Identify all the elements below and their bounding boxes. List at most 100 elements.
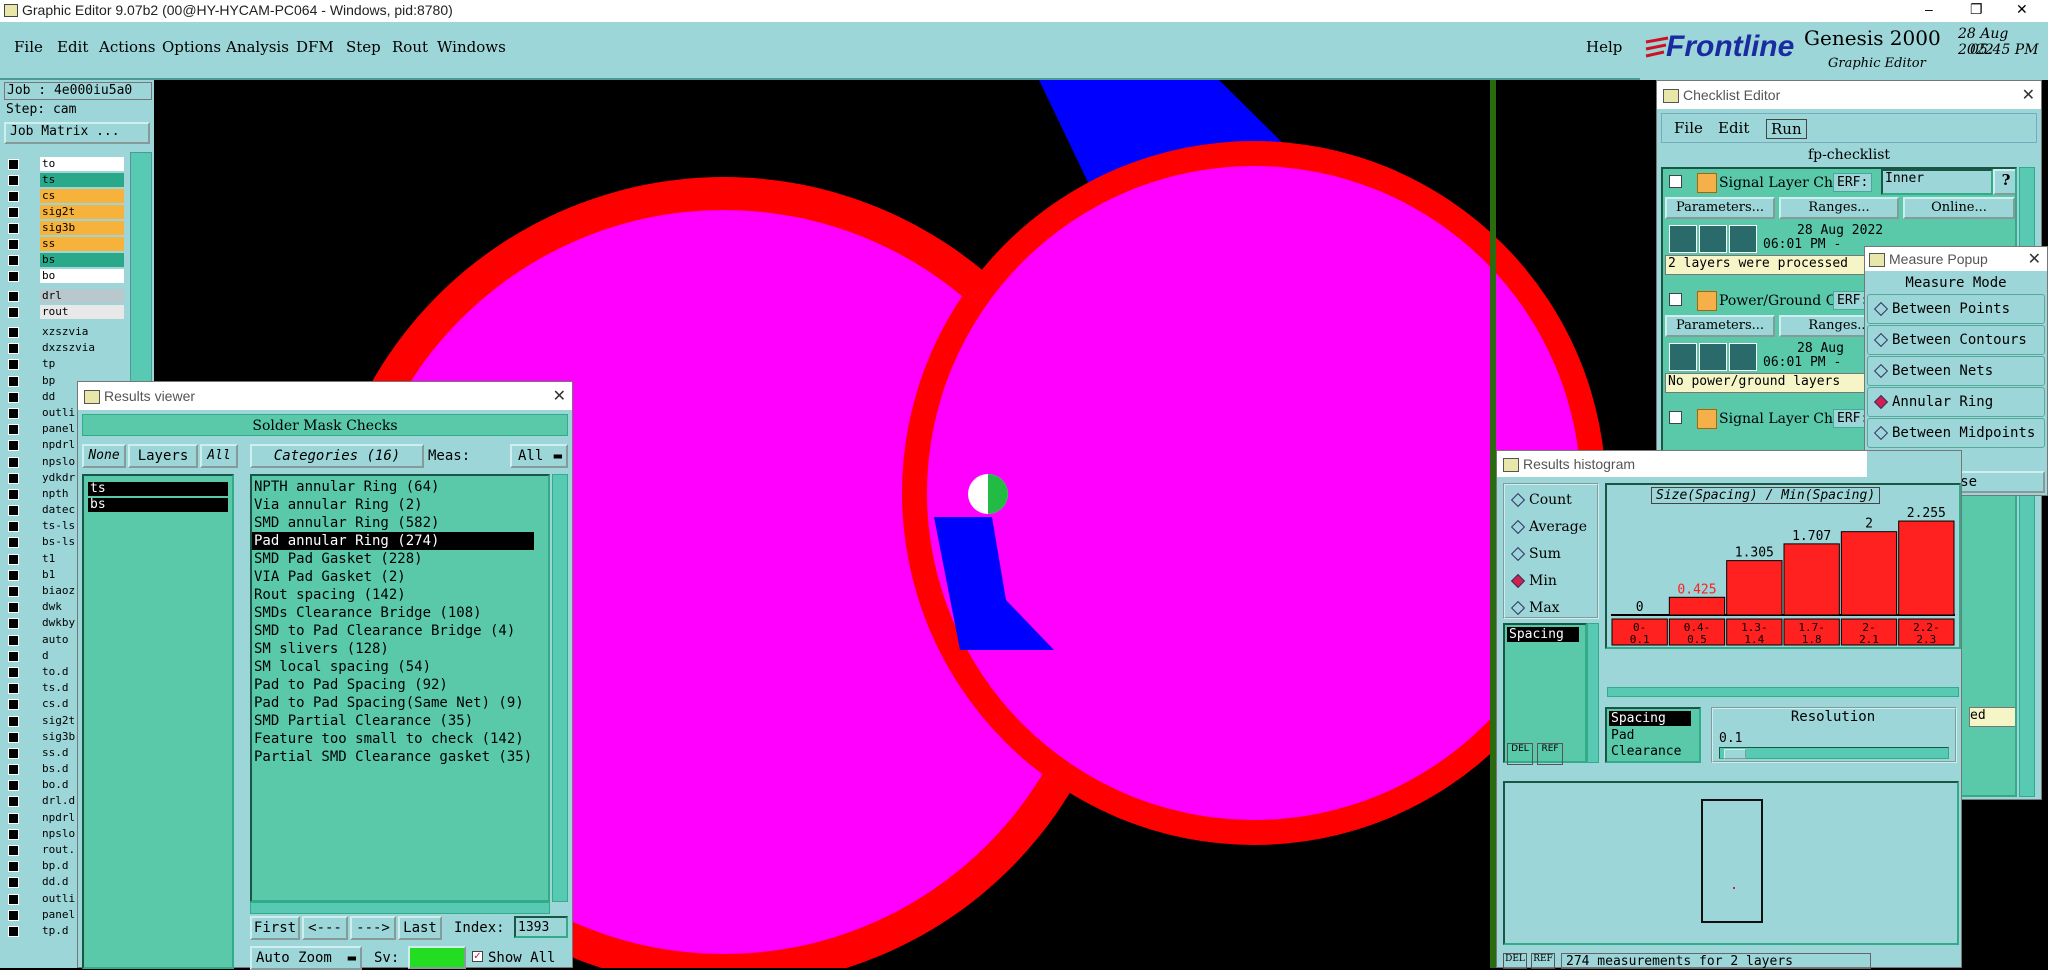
layer-row[interactable]: ss <box>0 236 130 252</box>
statistic-option[interactable]: Count <box>1505 489 1597 516</box>
checklist-menu-file[interactable]: File <box>1674 119 1703 137</box>
category-item[interactable]: SM slivers (128) <box>252 640 548 658</box>
menu-options[interactable]: Options <box>162 38 221 56</box>
histogram-hscrollbar[interactable] <box>1607 687 1959 697</box>
resolution-slider[interactable] <box>1719 747 1949 759</box>
statistic-option[interactable]: Sum <box>1505 543 1597 570</box>
layer-checkbox[interactable] <box>8 683 19 695</box>
histogram-bar[interactable] <box>1783 543 1840 616</box>
layer-checkbox[interactable] <box>8 845 19 856</box>
layer-row[interactable]: tp <box>0 356 130 372</box>
measure-mode-option[interactable]: Between Nets <box>1867 356 2045 386</box>
del-button[interactable]: DEL <box>1507 743 1533 765</box>
layer-checkbox[interactable] <box>8 440 19 452</box>
item-checkbox[interactable] <box>1669 411 1682 424</box>
layer-checkbox[interactable] <box>8 472 19 484</box>
checklist-titlebar[interactable]: Checklist Editor ✕ <box>1657 81 2041 109</box>
parameters-button[interactable]: Parameters... <box>1665 197 1775 219</box>
category-item[interactable]: NPTH annular Ring (64) <box>252 478 548 496</box>
menu-edit[interactable]: Edit <box>57 38 88 56</box>
help-button[interactable]: ? <box>1993 169 2015 195</box>
run-action-icon[interactable] <box>1669 225 1697 253</box>
histogram-bar[interactable] <box>1668 596 1726 616</box>
close-icon[interactable]: ✕ <box>2022 85 2035 105</box>
menu-rout[interactable]: Rout <box>392 38 428 56</box>
measure-mode-option[interactable]: Between Contours <box>1867 325 2045 355</box>
layer-checkbox[interactable] <box>8 175 19 186</box>
statistic-option[interactable]: Max <box>1505 597 1597 624</box>
histogram-titlebar[interactable]: Results histogram <box>1497 451 1867 477</box>
layer-row[interactable]: sig2t <box>0 204 130 220</box>
next-button[interactable]: ---> <box>350 916 396 940</box>
layer-checkbox[interactable] <box>8 731 19 743</box>
layer-checkbox[interactable] <box>8 191 19 202</box>
layer-checkbox[interactable] <box>8 307 19 318</box>
category-item[interactable]: SMDs Clearance Bridge (108) <box>252 604 548 622</box>
categories-list[interactable]: NPTH annular Ring (64) Via annular Ring (… <box>250 474 550 902</box>
layer-checkbox[interactable] <box>8 456 19 468</box>
layer-checkbox[interactable] <box>8 159 19 170</box>
layer-checkbox[interactable] <box>8 780 19 792</box>
layer-row[interactable]: ts <box>0 172 130 188</box>
results-layer-list[interactable]: ts bs <box>82 474 234 969</box>
results-layer-item[interactable]: ts <box>88 482 228 496</box>
histogram-bar[interactable] <box>1840 531 1898 616</box>
layer-checkbox[interactable] <box>8 861 19 873</box>
layer-checkbox[interactable] <box>8 391 19 403</box>
layer-checkbox[interactable] <box>8 650 19 662</box>
layer-checkbox[interactable] <box>8 877 19 889</box>
footer-ref-button[interactable]: REF <box>1531 953 1555 969</box>
layer-row[interactable]: cs <box>0 188 130 204</box>
type-item[interactable]: Spacing <box>1609 711 1691 726</box>
layer-checkbox[interactable] <box>8 553 19 565</box>
layers-button[interactable]: Layers <box>128 444 198 468</box>
category-item[interactable]: Pad to Pad Spacing(Same Net) (9) <box>252 694 548 712</box>
categories-vscrollbar[interactable] <box>552 474 568 902</box>
measure-mode-option[interactable]: Between Midpoints <box>1867 418 2045 448</box>
erf-value[interactable]: Inner <box>1881 169 1993 195</box>
histogram-bar[interactable] <box>1726 560 1783 616</box>
layer-checkbox[interactable] <box>8 699 19 711</box>
footer-del-button[interactable]: DEL <box>1503 953 1527 969</box>
sv-color-dropdown[interactable] <box>408 946 466 969</box>
run-action-icon[interactable] <box>1729 225 1757 253</box>
category-item[interactable]: SMD Pad Gasket (228) <box>252 550 548 568</box>
meas-dropdown[interactable]: All ▬ <box>510 444 568 468</box>
category-item[interactable]: SM local spacing (54) <box>252 658 548 676</box>
menu-help[interactable]: Help <box>1586 38 1622 56</box>
layer-checkbox[interactable] <box>8 327 19 338</box>
layer-checkbox[interactable] <box>8 271 19 282</box>
run-action-icon[interactable] <box>1669 343 1697 371</box>
histogram-bar[interactable] <box>1898 520 1955 616</box>
layer-row[interactable]: rout <box>0 304 130 320</box>
item-checkbox[interactable] <box>1669 175 1682 188</box>
close-button[interactable]: ✕ <box>2016 1 2028 18</box>
layer-checkbox[interactable] <box>8 537 19 549</box>
ranges-button[interactable]: Ranges... <box>1779 197 1899 219</box>
layer-checkbox[interactable] <box>8 239 19 250</box>
category-item[interactable]: Rout spacing (142) <box>252 586 548 604</box>
resolution-slider-handle[interactable] <box>1724 749 1746 759</box>
layer-checkbox[interactable] <box>8 796 19 808</box>
menu-actions[interactable]: Actions <box>99 38 155 56</box>
layer-row[interactable]: to <box>0 156 130 172</box>
layer-row[interactable]: sig3b <box>0 220 130 236</box>
run-action-icon[interactable] <box>1699 343 1727 371</box>
parameters-button[interactable]: Parameters... <box>1665 315 1775 337</box>
type-item[interactable]: Pad <box>1607 728 1699 744</box>
layer-checkbox[interactable] <box>8 569 19 581</box>
close-icon[interactable]: ✕ <box>553 386 566 406</box>
category-item[interactable]: Feature too small to check (142) <box>252 730 548 748</box>
category-item[interactable]: VIA Pad Gasket (2) <box>252 568 548 586</box>
layer-checkbox[interactable] <box>8 291 19 302</box>
checklist-menu-edit[interactable]: Edit <box>1718 119 1749 137</box>
statistic-option[interactable]: Average <box>1505 516 1597 543</box>
categories-hscrollbar[interactable] <box>250 902 550 914</box>
show-all-checkbox[interactable]: ✓ <box>472 951 483 962</box>
statistic-list[interactable]: Spacing <box>1503 623 1587 763</box>
measure-mode-option[interactable]: Annular Ring <box>1867 387 2045 417</box>
layer-checkbox[interactable] <box>8 747 19 759</box>
categories-button[interactable]: Categories (16) <box>250 444 424 468</box>
layer-row[interactable]: dxzszvia <box>0 340 130 356</box>
first-button[interactable]: First <box>250 916 300 940</box>
